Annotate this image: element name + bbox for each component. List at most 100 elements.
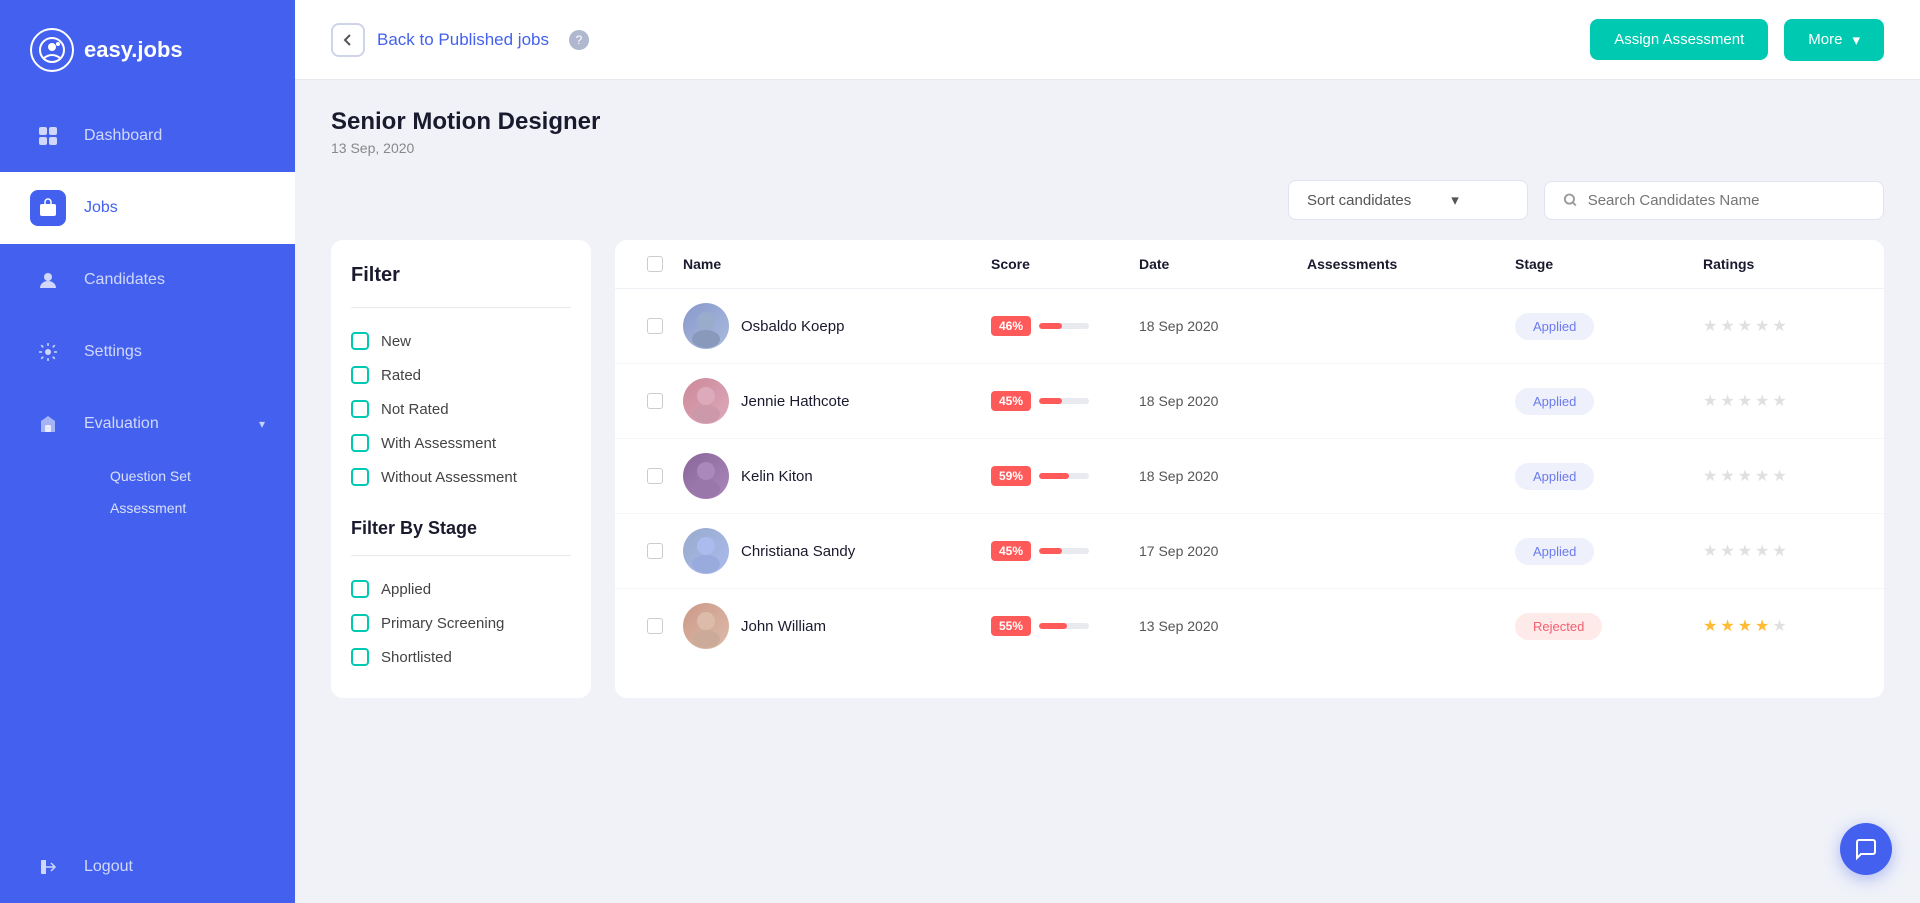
- score-pill-4: 45%: [991, 541, 1031, 561]
- settings-icon: [30, 334, 66, 370]
- score-badge-2: 45%: [991, 391, 1131, 411]
- filter-item-without-assessment[interactable]: Without Assessment: [351, 460, 571, 494]
- score-bar-3: [1039, 473, 1089, 479]
- filter-item-rated[interactable]: Rated: [351, 358, 571, 392]
- candidate-info-3: Kelin Kiton: [683, 453, 983, 499]
- date-3: 18 Sep 2020: [1139, 468, 1299, 484]
- evaluation-label: Evaluation: [84, 415, 159, 433]
- filter-label-applied: Applied: [381, 581, 431, 598]
- sidebar-item-logout[interactable]: Logout: [0, 831, 295, 903]
- filter-item-shortlisted[interactable]: Shortlisted: [351, 640, 571, 674]
- candidate-name-2: Jennie Hathcote: [741, 393, 849, 410]
- score-pill-5: 55%: [991, 616, 1031, 636]
- more-chevron-icon: ▾: [1852, 31, 1860, 49]
- row-checkbox-1[interactable]: [647, 318, 663, 334]
- sidebar-item-settings[interactable]: Settings: [0, 316, 295, 388]
- more-button[interactable]: More ▾: [1784, 19, 1884, 61]
- row-checkbox-cell: [635, 618, 675, 634]
- help-icon: ?: [569, 30, 589, 50]
- filter-item-primary-screening[interactable]: Primary Screening: [351, 606, 571, 640]
- filter-divider: [351, 307, 571, 308]
- score-badge-3: 59%: [991, 466, 1131, 486]
- search-candidates-box: [1544, 181, 1884, 220]
- row-checkbox-5[interactable]: [647, 618, 663, 634]
- header: Back to Published jobs ? Assign Assessme…: [295, 0, 1920, 80]
- jobs-icon: [30, 190, 66, 226]
- jobs-label: Jobs: [84, 199, 118, 217]
- filter-label-rated: Rated: [381, 367, 421, 384]
- avatar-3: [683, 453, 729, 499]
- stage-badge-3[interactable]: Applied: [1515, 463, 1594, 490]
- score-bar-4: [1039, 548, 1089, 554]
- evaluation-chevron: ▾: [259, 417, 265, 431]
- filter-item-with-assessment[interactable]: With Assessment: [351, 426, 571, 460]
- stars-4: ★★★★★: [1703, 541, 1853, 561]
- stage-badge-4[interactable]: Applied: [1515, 538, 1594, 565]
- filter-checkbox-primary-screening[interactable]: [351, 614, 369, 632]
- chat-button[interactable]: [1840, 823, 1892, 875]
- row-checkbox-4[interactable]: [647, 543, 663, 559]
- stars-1: ★ ★ ★ ★ ★: [1703, 316, 1853, 336]
- select-all-checkbox[interactable]: [647, 256, 663, 272]
- sort-candidates-dropdown[interactable]: Sort candidates ▾: [1288, 180, 1528, 220]
- filter-item-applied[interactable]: Applied: [351, 572, 571, 606]
- filter-label-shortlisted: Shortlisted: [381, 649, 452, 666]
- avatar-4: [683, 528, 729, 574]
- content-grid: Filter New Rated Not Rated With Assessme…: [331, 240, 1884, 698]
- score-pill-2: 45%: [991, 391, 1031, 411]
- filter-item-new[interactable]: New: [351, 324, 571, 358]
- filter-checkbox-shortlisted[interactable]: [351, 648, 369, 666]
- stage-badge-2[interactable]: Applied: [1515, 388, 1594, 415]
- filter-checkbox-not-rated[interactable]: [351, 400, 369, 418]
- filter-label-primary-screening: Primary Screening: [381, 615, 504, 632]
- filter-checkbox-with-assessment[interactable]: [351, 434, 369, 452]
- assign-assessment-button[interactable]: Assign Assessment: [1590, 19, 1768, 60]
- search-candidates-input[interactable]: [1588, 192, 1865, 209]
- back-to-jobs-button[interactable]: Back to Published jobs ?: [331, 23, 589, 57]
- stars-2: ★★★★★: [1703, 391, 1853, 411]
- header-actions: Assign Assessment More ▾: [1590, 19, 1884, 61]
- sidebar-item-dashboard[interactable]: Dashboard: [0, 100, 295, 172]
- avatar-5: [683, 603, 729, 649]
- sort-label: Sort candidates: [1307, 192, 1411, 209]
- col-assessments: Assessments: [1307, 256, 1507, 272]
- table-row: Jennie Hathcote 45% 18 Sep 2020 Applied …: [615, 364, 1884, 439]
- settings-label: Settings: [84, 343, 142, 361]
- filter-label-new: New: [381, 333, 411, 350]
- table-row: Osbaldo Koepp 46% 18 Sep 2020 Applied ★ …: [615, 289, 1884, 364]
- table-header: Name Score Date Assessments Stage Rating…: [615, 240, 1884, 289]
- logo-icon: [30, 28, 74, 72]
- candidates-icon: [30, 262, 66, 298]
- content-area: Senior Motion Designer 13 Sep, 2020 Sort…: [295, 80, 1920, 903]
- filter-checkbox-without-assessment[interactable]: [351, 468, 369, 486]
- score-badge-5: 55%: [991, 616, 1131, 636]
- date-5: 13 Sep 2020: [1139, 618, 1299, 634]
- candidate-name-4: Christiana Sandy: [741, 543, 855, 560]
- candidate-name-3: Kelin Kiton: [741, 468, 813, 485]
- sidebar-item-jobs[interactable]: Jobs: [0, 172, 295, 244]
- candidate-name-1: Osbaldo Koepp: [741, 318, 844, 335]
- filter-checkbox-applied[interactable]: [351, 580, 369, 598]
- stars-5: ★ ★ ★ ★ ★: [1703, 616, 1853, 636]
- job-title: Senior Motion Designer: [331, 108, 1884, 136]
- avatar-2: [683, 378, 729, 424]
- logout-label: Logout: [84, 858, 133, 876]
- row-checkbox-3[interactable]: [647, 468, 663, 484]
- filter-item-not-rated[interactable]: Not Rated: [351, 392, 571, 426]
- logout-icon: [30, 849, 66, 885]
- col-date: Date: [1139, 256, 1299, 272]
- sidebar-item-candidates[interactable]: Candidates: [0, 244, 295, 316]
- score-bar-5: [1039, 623, 1089, 629]
- filter-checkbox-new[interactable]: [351, 332, 369, 350]
- sidebar-item-questionset[interactable]: Question Set: [110, 460, 191, 492]
- stage-badge-5[interactable]: Rejected: [1515, 613, 1602, 640]
- stage-badge-1[interactable]: Applied: [1515, 313, 1594, 340]
- filter-panel: Filter New Rated Not Rated With Assessme…: [331, 240, 591, 698]
- filter-label-not-rated: Not Rated: [381, 401, 449, 418]
- row-checkbox-2[interactable]: [647, 393, 663, 409]
- avatar-1: [683, 303, 729, 349]
- row-checkbox-cell: [635, 543, 675, 559]
- sidebar-item-evaluation[interactable]: Evaluation ▾ Question Set Assessment: [0, 388, 295, 542]
- filter-checkbox-rated[interactable]: [351, 366, 369, 384]
- sidebar-item-assessment[interactable]: Assessment: [110, 492, 191, 524]
